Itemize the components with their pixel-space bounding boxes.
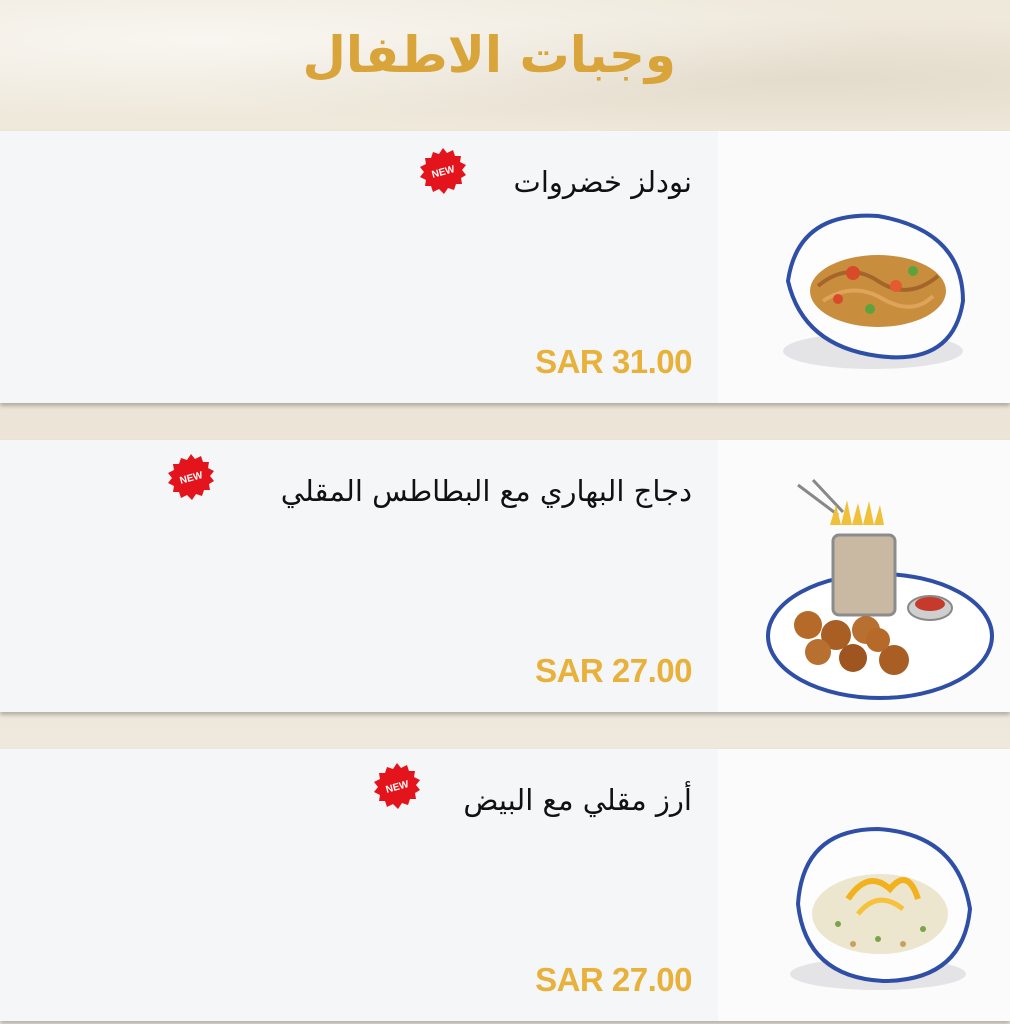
menu-item-card[interactable]: NEW نودلز خضروات SAR 31.00 <box>0 131 1010 403</box>
fried-rice-bowl-icon <box>718 749 1010 1021</box>
new-badge: NEW <box>166 452 216 502</box>
menu-item-card[interactable]: NEW دجاج البهاري مع البطاطس المقلي SAR 2… <box>0 440 1010 712</box>
item-price: SAR 27.00 <box>535 961 692 998</box>
new-badge: NEW <box>372 761 422 811</box>
item-name: دجاج البهاري مع البطاطس المقلي <box>280 474 692 508</box>
new-badge: NEW <box>418 146 468 196</box>
item-name: نودلز خضروات <box>513 165 692 199</box>
page-header: وجبات الاطفال <box>0 0 1010 131</box>
item-price: SAR 27.00 <box>535 652 692 689</box>
chicken-fries-plate-icon <box>718 440 1010 712</box>
page-title: وجبات الاطفال <box>302 26 676 84</box>
noodles-bowl-icon <box>718 131 1010 403</box>
item-name: أرز مقلي مع البيض <box>463 783 692 817</box>
item-price: SAR 31.00 <box>535 343 692 380</box>
menu-item-card[interactable]: NEW أرز مقلي مع البيض SAR 27.00 <box>0 749 1010 1021</box>
